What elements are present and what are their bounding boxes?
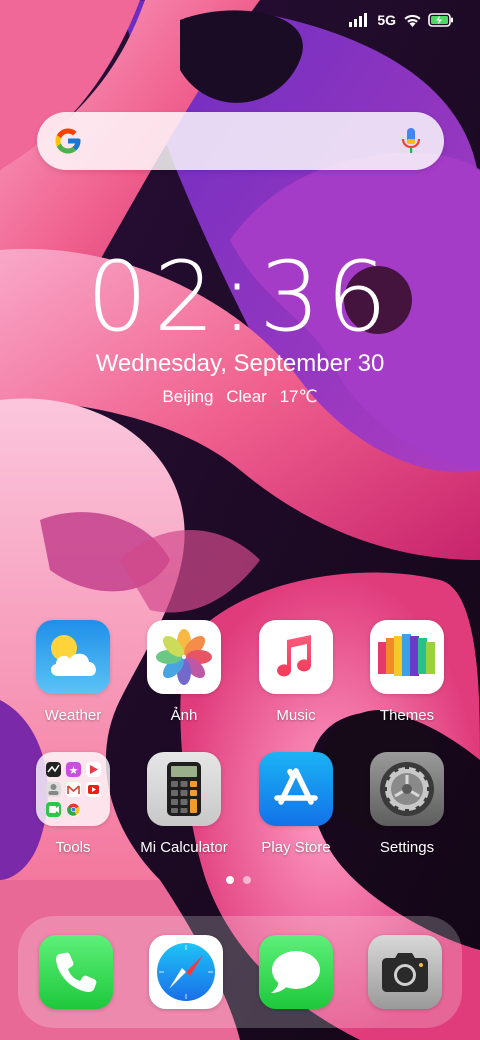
svg-text:★: ★	[69, 764, 79, 777]
themes-icon	[370, 620, 444, 694]
app-mi-calculator[interactable]: Mi Calculator	[129, 752, 239, 856]
weather-city: Beijing	[162, 387, 214, 406]
app-label: Play Store	[261, 839, 331, 856]
svg-text:02:36: 02:36	[87, 246, 394, 342]
page-indicator	[226, 876, 251, 884]
weather-icon	[36, 620, 110, 694]
folder-icon: ★	[36, 752, 110, 826]
weather-temperature: 17℃	[279, 387, 318, 406]
app-store-icon	[259, 752, 333, 826]
app-label: Themes	[379, 707, 435, 724]
app-folder-tools[interactable]: ★ Tools	[18, 752, 128, 856]
date-label: Wednesday, September 30	[95, 350, 385, 377]
app-weather[interactable]: Weather	[18, 620, 128, 724]
safari-compass-icon[interactable]	[149, 935, 223, 1009]
clock-time: 02:36	[87, 241, 394, 353]
app-label: Mi Calculator	[140, 839, 228, 856]
google-search-bar[interactable]	[37, 112, 444, 170]
weather-condition: Clear	[226, 387, 267, 406]
photos-icon	[147, 620, 221, 694]
app-settings[interactable]: Settings	[352, 752, 462, 856]
app-label: Weather	[44, 707, 102, 724]
calculator-icon	[147, 752, 221, 826]
app-music[interactable]: Music	[241, 620, 351, 724]
app-photos[interactable]: Ảnh	[129, 620, 239, 724]
app-play-store[interactable]: Play Store	[241, 752, 351, 856]
microphone-icon[interactable]	[402, 128, 420, 154]
page-dot[interactable]	[243, 876, 251, 884]
messages-icon[interactable]	[259, 935, 333, 1009]
app-label: Settings	[379, 839, 435, 856]
weather-summary[interactable]: Beijing Clear 17℃	[0, 387, 480, 407]
camera-icon[interactable]	[368, 935, 442, 1009]
settings-gear-icon	[370, 752, 444, 826]
dock	[18, 916, 462, 1028]
status-bar: 5G	[0, 0, 480, 40]
page-dot-active	[226, 876, 234, 884]
google-logo-icon	[55, 128, 81, 154]
app-label: Tools	[55, 839, 91, 856]
clock-widget[interactable]: 02:36	[0, 241, 480, 353]
battery-charging-icon	[428, 13, 453, 27]
wifi-icon	[404, 14, 421, 27]
app-label: Ảnh	[170, 707, 198, 724]
app-label: Music	[276, 707, 316, 724]
status-icons: 5G	[349, 12, 454, 28]
phone-icon[interactable]	[39, 935, 113, 1009]
signal-icon	[349, 13, 368, 27]
network-type: 5G	[377, 12, 396, 28]
music-icon	[259, 620, 333, 694]
app-themes[interactable]: Themes	[352, 620, 462, 724]
